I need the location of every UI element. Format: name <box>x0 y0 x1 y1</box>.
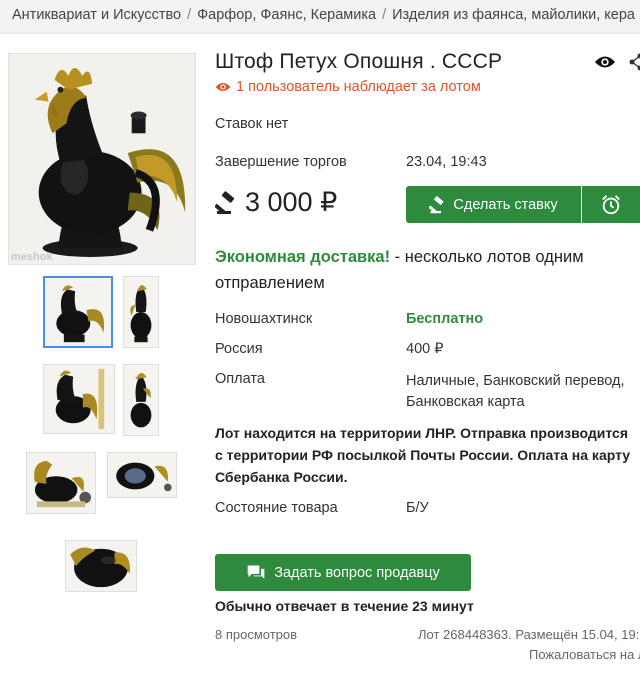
auction-end-label: Завершение торгов <box>215 154 347 170</box>
ask-seller-button[interactable]: Задать вопрос продавцу <box>215 554 471 591</box>
place-bid-button[interactable]: Сделать ставку <box>406 186 581 223</box>
main-product-photo[interactable]: meshok <box>8 53 196 265</box>
shipping-notice: Лот находится на территории ЛНР. Отправк… <box>215 425 631 485</box>
report-link[interactable]: Пожаловаться на л <box>529 647 640 662</box>
gallery-thumbnail[interactable] <box>123 276 159 348</box>
breadcrumb-link-antiques[interactable]: Антиквариат и Искусство <box>12 7 181 23</box>
gavel-icon <box>429 195 444 214</box>
gallery-thumbnail[interactable] <box>107 452 177 498</box>
watch-eye-icon[interactable] <box>594 52 616 72</box>
payment-label: Оплата <box>215 371 265 387</box>
eye-icon <box>215 83 231 91</box>
lot-info: Лот 268448363. Размещён 15.04, 19: <box>418 627 640 642</box>
breadcrumb-separator: / <box>382 7 387 23</box>
view-count: 8 просмотров <box>215 627 298 642</box>
gallery-thumbnail[interactable] <box>43 364 115 434</box>
breadcrumb: Антиквариат и Искусство / Фарфор, Фаянс, К… <box>0 0 640 34</box>
thumbnail-image <box>108 453 176 497</box>
chat-icon <box>247 565 265 579</box>
thumbnail-image <box>124 366 158 434</box>
seller-reply-time: Обычно отвечает в течение 23 минут <box>215 598 474 614</box>
watermark-logo: meshok <box>11 251 53 263</box>
thumbnail-image <box>45 278 111 346</box>
economy-delivery-highlight[interactable]: Экономная доставка! <box>215 248 390 266</box>
place-bid-label: Сделать ставку <box>453 196 558 213</box>
condition-label: Состояние товара <box>215 500 338 516</box>
gallery-thumbnail[interactable] <box>43 276 113 348</box>
delivery-city-value: Бесплатно <box>406 311 484 327</box>
gallery-thumbnail[interactable] <box>123 364 159 436</box>
alarm-clock-icon <box>602 194 620 214</box>
price-value: 3 000 ₽ <box>245 187 338 217</box>
rooster-flask-image <box>9 54 195 264</box>
gavel-icon <box>215 190 235 214</box>
thumbnail-image <box>66 541 136 591</box>
payment-methods: Наличные, Банковский перевод, Банковская… <box>406 373 625 410</box>
price-display: 3 000 ₽ <box>215 187 337 218</box>
watchers-count-text: 1 пользователь наблюдает за лотом <box>236 79 481 95</box>
gallery-thumbnail[interactable] <box>26 452 96 514</box>
breadcrumb-link-porcelain[interactable]: Фарфор, Фаянс, Керамика <box>197 7 376 23</box>
bids-status: Ставок нет <box>215 116 289 132</box>
breadcrumb-link-faience[interactable]: Изделия из фаянса, майолики, кера <box>392 7 635 23</box>
auction-end-value: 23.04, 19:43 <box>406 154 487 170</box>
condition-value: Б/У <box>406 500 429 516</box>
delivery-city-label: Новошахтинск <box>215 311 313 327</box>
share-icon[interactable] <box>628 52 640 72</box>
delivery-russia-label: Россия <box>215 341 263 357</box>
lot-title: Штоф Петух Опошня . СССР <box>215 50 503 73</box>
ask-seller-label: Задать вопрос продавцу <box>274 564 440 581</box>
reminder-button[interactable] <box>582 186 640 223</box>
watchers-info: 1 пользователь наблюдает за лотом <box>215 79 481 95</box>
delivery-russia-value: 400 ₽ <box>406 341 444 357</box>
thumbnail-image <box>44 365 114 433</box>
thumbnail-image <box>27 453 95 513</box>
breadcrumb-separator: / <box>187 7 192 23</box>
gallery-thumbnail[interactable] <box>65 540 137 592</box>
thumbnail-image <box>124 278 158 346</box>
economy-delivery-promo: Экономная доставка! - несколько лотов од… <box>215 244 635 296</box>
